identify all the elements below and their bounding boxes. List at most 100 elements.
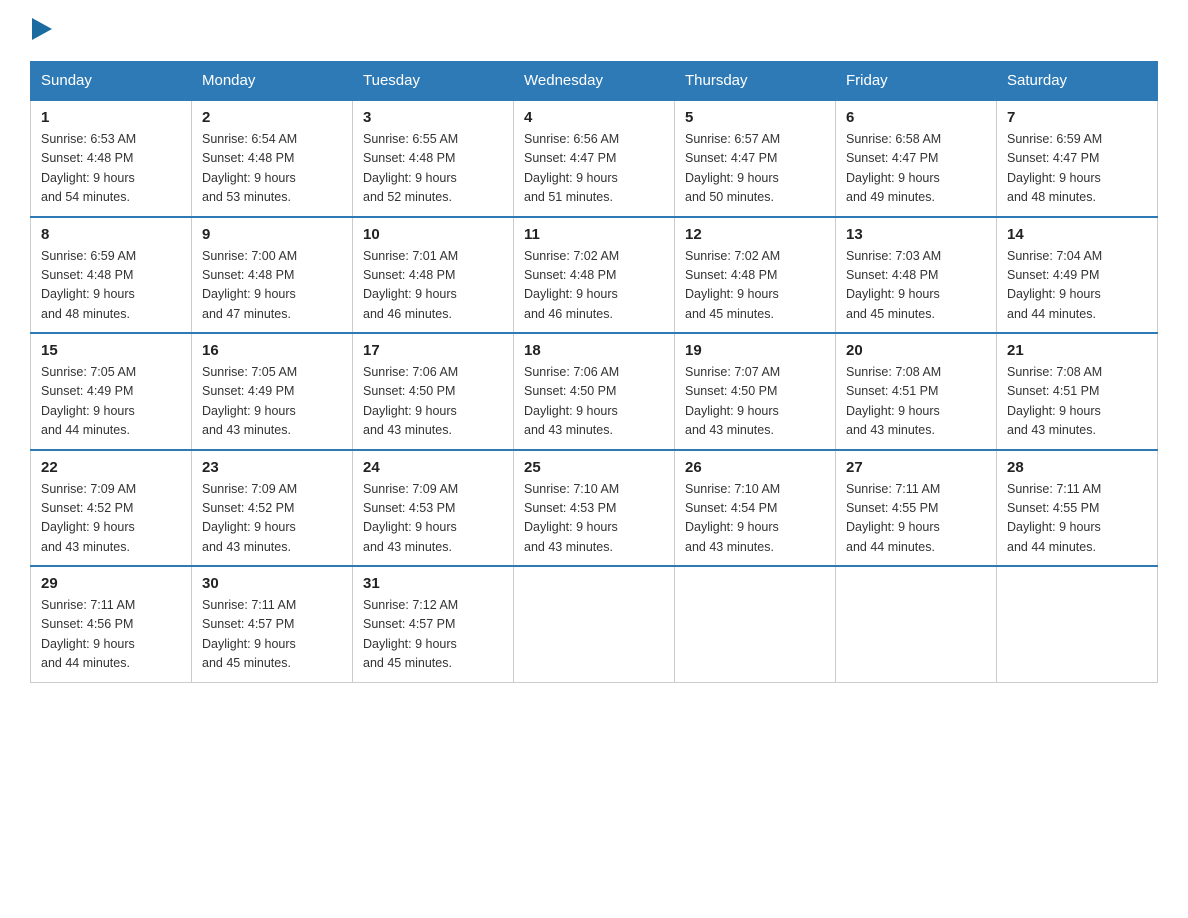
day-info: Sunrise: 6:59 AM Sunset: 4:48 PM Dayligh…: [41, 247, 181, 325]
day-number: 11: [524, 226, 664, 243]
calendar-week-2: 8 Sunrise: 6:59 AM Sunset: 4:48 PM Dayli…: [31, 217, 1158, 334]
calendar-cell: 27 Sunrise: 7:11 AM Sunset: 4:55 PM Dayl…: [836, 450, 997, 567]
day-info: Sunrise: 7:12 AM Sunset: 4:57 PM Dayligh…: [363, 596, 503, 674]
day-info: Sunrise: 7:02 AM Sunset: 4:48 PM Dayligh…: [524, 247, 664, 325]
logo-arrow-icon: [32, 18, 52, 40]
day-info: Sunrise: 7:11 AM Sunset: 4:55 PM Dayligh…: [1007, 480, 1147, 558]
day-info: Sunrise: 7:00 AM Sunset: 4:48 PM Dayligh…: [202, 247, 342, 325]
day-number: 13: [846, 226, 986, 243]
calendar-cell: [514, 566, 675, 682]
day-number: 9: [202, 226, 342, 243]
day-info: Sunrise: 7:06 AM Sunset: 4:50 PM Dayligh…: [363, 363, 503, 441]
day-info: Sunrise: 7:10 AM Sunset: 4:53 PM Dayligh…: [524, 480, 664, 558]
calendar-cell: 19 Sunrise: 7:07 AM Sunset: 4:50 PM Dayl…: [675, 333, 836, 450]
calendar-cell: 25 Sunrise: 7:10 AM Sunset: 4:53 PM Dayl…: [514, 450, 675, 567]
weekday-header-monday: Monday: [192, 62, 353, 101]
day-number: 29: [41, 575, 181, 592]
calendar-cell: 21 Sunrise: 7:08 AM Sunset: 4:51 PM Dayl…: [997, 333, 1158, 450]
day-number: 1: [41, 109, 181, 126]
calendar-cell: 28 Sunrise: 7:11 AM Sunset: 4:55 PM Dayl…: [997, 450, 1158, 567]
calendar-cell: [675, 566, 836, 682]
day-info: Sunrise: 7:05 AM Sunset: 4:49 PM Dayligh…: [202, 363, 342, 441]
day-info: Sunrise: 7:09 AM Sunset: 4:53 PM Dayligh…: [363, 480, 503, 558]
day-info: Sunrise: 6:55 AM Sunset: 4:48 PM Dayligh…: [363, 130, 503, 208]
weekday-header-sunday: Sunday: [31, 62, 192, 101]
day-number: 25: [524, 459, 664, 476]
calendar-cell: 23 Sunrise: 7:09 AM Sunset: 4:52 PM Dayl…: [192, 450, 353, 567]
day-number: 15: [41, 342, 181, 359]
calendar-week-3: 15 Sunrise: 7:05 AM Sunset: 4:49 PM Dayl…: [31, 333, 1158, 450]
weekday-header-friday: Friday: [836, 62, 997, 101]
day-info: Sunrise: 7:11 AM Sunset: 4:57 PM Dayligh…: [202, 596, 342, 674]
calendar-cell: 29 Sunrise: 7:11 AM Sunset: 4:56 PM Dayl…: [31, 566, 192, 682]
day-info: Sunrise: 7:09 AM Sunset: 4:52 PM Dayligh…: [41, 480, 181, 558]
day-number: 30: [202, 575, 342, 592]
day-number: 19: [685, 342, 825, 359]
calendar-cell: 3 Sunrise: 6:55 AM Sunset: 4:48 PM Dayli…: [353, 100, 514, 217]
calendar-cell: 12 Sunrise: 7:02 AM Sunset: 4:48 PM Dayl…: [675, 217, 836, 334]
weekday-header-wednesday: Wednesday: [514, 62, 675, 101]
calendar-cell: 5 Sunrise: 6:57 AM Sunset: 4:47 PM Dayli…: [675, 100, 836, 217]
calendar-week-4: 22 Sunrise: 7:09 AM Sunset: 4:52 PM Dayl…: [31, 450, 1158, 567]
day-info: Sunrise: 6:53 AM Sunset: 4:48 PM Dayligh…: [41, 130, 181, 208]
day-number: 23: [202, 459, 342, 476]
day-number: 3: [363, 109, 503, 126]
calendar-cell: 20 Sunrise: 7:08 AM Sunset: 4:51 PM Dayl…: [836, 333, 997, 450]
day-number: 26: [685, 459, 825, 476]
calendar-cell: 4 Sunrise: 6:56 AM Sunset: 4:47 PM Dayli…: [514, 100, 675, 217]
day-info: Sunrise: 7:05 AM Sunset: 4:49 PM Dayligh…: [41, 363, 181, 441]
day-number: 12: [685, 226, 825, 243]
day-number: 27: [846, 459, 986, 476]
day-number: 4: [524, 109, 664, 126]
calendar-cell: 16 Sunrise: 7:05 AM Sunset: 4:49 PM Dayl…: [192, 333, 353, 450]
day-info: Sunrise: 7:06 AM Sunset: 4:50 PM Dayligh…: [524, 363, 664, 441]
calendar-cell: 13 Sunrise: 7:03 AM Sunset: 4:48 PM Dayl…: [836, 217, 997, 334]
calendar-cell: 14 Sunrise: 7:04 AM Sunset: 4:49 PM Dayl…: [997, 217, 1158, 334]
weekday-header-saturday: Saturday: [997, 62, 1158, 101]
calendar-cell: 18 Sunrise: 7:06 AM Sunset: 4:50 PM Dayl…: [514, 333, 675, 450]
day-number: 2: [202, 109, 342, 126]
calendar-table: SundayMondayTuesdayWednesdayThursdayFrid…: [30, 61, 1158, 683]
calendar-week-1: 1 Sunrise: 6:53 AM Sunset: 4:48 PM Dayli…: [31, 100, 1158, 217]
calendar-cell: 2 Sunrise: 6:54 AM Sunset: 4:48 PM Dayli…: [192, 100, 353, 217]
day-number: 22: [41, 459, 181, 476]
day-info: Sunrise: 7:08 AM Sunset: 4:51 PM Dayligh…: [846, 363, 986, 441]
day-info: Sunrise: 7:03 AM Sunset: 4:48 PM Dayligh…: [846, 247, 986, 325]
day-info: Sunrise: 7:04 AM Sunset: 4:49 PM Dayligh…: [1007, 247, 1147, 325]
calendar-week-5: 29 Sunrise: 7:11 AM Sunset: 4:56 PM Dayl…: [31, 566, 1158, 682]
day-info: Sunrise: 7:08 AM Sunset: 4:51 PM Dayligh…: [1007, 363, 1147, 441]
day-info: Sunrise: 7:10 AM Sunset: 4:54 PM Dayligh…: [685, 480, 825, 558]
page-header: [30, 20, 1158, 41]
day-number: 10: [363, 226, 503, 243]
calendar-cell: 9 Sunrise: 7:00 AM Sunset: 4:48 PM Dayli…: [192, 217, 353, 334]
weekday-header-tuesday: Tuesday: [353, 62, 514, 101]
calendar-cell: 26 Sunrise: 7:10 AM Sunset: 4:54 PM Dayl…: [675, 450, 836, 567]
weekday-header-thursday: Thursday: [675, 62, 836, 101]
day-number: 17: [363, 342, 503, 359]
calendar-cell: 10 Sunrise: 7:01 AM Sunset: 4:48 PM Dayl…: [353, 217, 514, 334]
weekday-header-row: SundayMondayTuesdayWednesdayThursdayFrid…: [31, 62, 1158, 101]
day-number: 14: [1007, 226, 1147, 243]
day-info: Sunrise: 7:07 AM Sunset: 4:50 PM Dayligh…: [685, 363, 825, 441]
day-number: 18: [524, 342, 664, 359]
day-number: 8: [41, 226, 181, 243]
calendar-cell: 11 Sunrise: 7:02 AM Sunset: 4:48 PM Dayl…: [514, 217, 675, 334]
day-number: 28: [1007, 459, 1147, 476]
calendar-cell: [997, 566, 1158, 682]
calendar-cell: 1 Sunrise: 6:53 AM Sunset: 4:48 PM Dayli…: [31, 100, 192, 217]
day-number: 7: [1007, 109, 1147, 126]
day-number: 20: [846, 342, 986, 359]
calendar-cell: [836, 566, 997, 682]
calendar-cell: 30 Sunrise: 7:11 AM Sunset: 4:57 PM Dayl…: [192, 566, 353, 682]
day-info: Sunrise: 7:02 AM Sunset: 4:48 PM Dayligh…: [685, 247, 825, 325]
day-info: Sunrise: 6:59 AM Sunset: 4:47 PM Dayligh…: [1007, 130, 1147, 208]
day-number: 16: [202, 342, 342, 359]
day-info: Sunrise: 6:57 AM Sunset: 4:47 PM Dayligh…: [685, 130, 825, 208]
day-number: 31: [363, 575, 503, 592]
day-number: 24: [363, 459, 503, 476]
day-info: Sunrise: 7:01 AM Sunset: 4:48 PM Dayligh…: [363, 247, 503, 325]
calendar-cell: 15 Sunrise: 7:05 AM Sunset: 4:49 PM Dayl…: [31, 333, 192, 450]
day-info: Sunrise: 7:11 AM Sunset: 4:55 PM Dayligh…: [846, 480, 986, 558]
logo: [30, 20, 52, 41]
calendar-cell: 6 Sunrise: 6:58 AM Sunset: 4:47 PM Dayli…: [836, 100, 997, 217]
